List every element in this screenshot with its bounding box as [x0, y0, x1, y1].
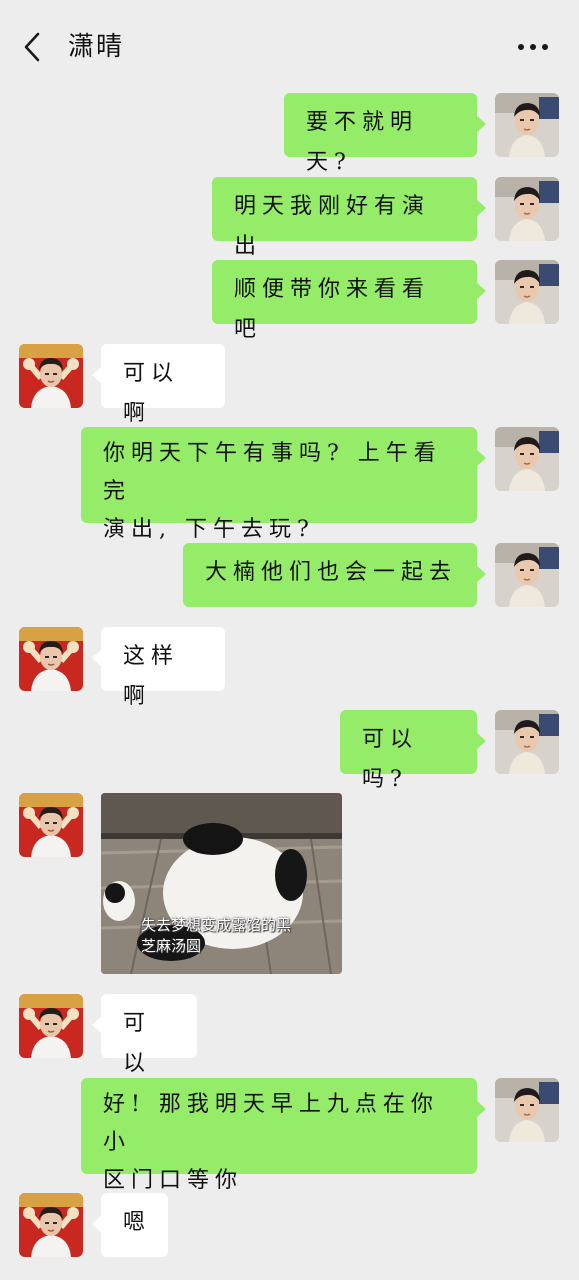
message-bubble-received[interactable]: 这样啊	[92, 627, 225, 709]
contact-avatar[interactable]	[19, 627, 83, 691]
message-bubble-received[interactable]: 可以	[92, 994, 197, 1076]
my-avatar[interactable]	[495, 93, 559, 157]
message-bubble-sent[interactable]: 可以吗?	[340, 710, 486, 792]
message-bubble-sent[interactable]: 顺便带你来看看吧	[212, 260, 486, 342]
message-bubble-sent[interactable]: 大楠他们也会一起去	[183, 543, 486, 607]
chat-header: 潇晴	[0, 0, 579, 92]
chat-title: 潇晴	[68, 32, 125, 62]
back-button[interactable]	[14, 28, 50, 66]
message-bubble-sent[interactable]: 明天我刚好有演出	[212, 177, 486, 259]
contact-avatar[interactable]	[19, 994, 83, 1058]
my-avatar[interactable]	[495, 710, 559, 774]
message-bubble-sent[interactable]: 你明天下午有事吗? 上午看完 演出, 下午去玩?	[81, 427, 486, 542]
my-avatar[interactable]	[495, 427, 559, 491]
contact-avatar[interactable]	[19, 1193, 83, 1257]
chevron-left-icon	[24, 32, 40, 62]
contact-avatar[interactable]	[19, 344, 83, 408]
my-avatar[interactable]	[495, 260, 559, 324]
contact-avatar[interactable]	[19, 793, 83, 857]
my-avatar[interactable]	[495, 1078, 559, 1142]
more-dots-icon	[518, 44, 524, 50]
message-bubble-sent[interactable]: 要不就明天?	[284, 93, 486, 175]
panda-sticker[interactable]: 失去梦想变成露馅的黑 芝麻汤圆	[101, 793, 342, 974]
sticker-caption: 失去梦想变成露馅的黑 芝麻汤圆	[141, 916, 292, 955]
my-avatar[interactable]	[495, 177, 559, 241]
message-bubble-sent[interactable]: 好! 那我明天早上九点在你小 区门口等你	[81, 1078, 486, 1193]
my-avatar[interactable]	[495, 543, 559, 607]
message-bubble-received[interactable]: 嗯	[92, 1193, 168, 1257]
message-bubble-received[interactable]: 可以啊	[92, 344, 225, 426]
more-button[interactable]	[510, 32, 556, 62]
